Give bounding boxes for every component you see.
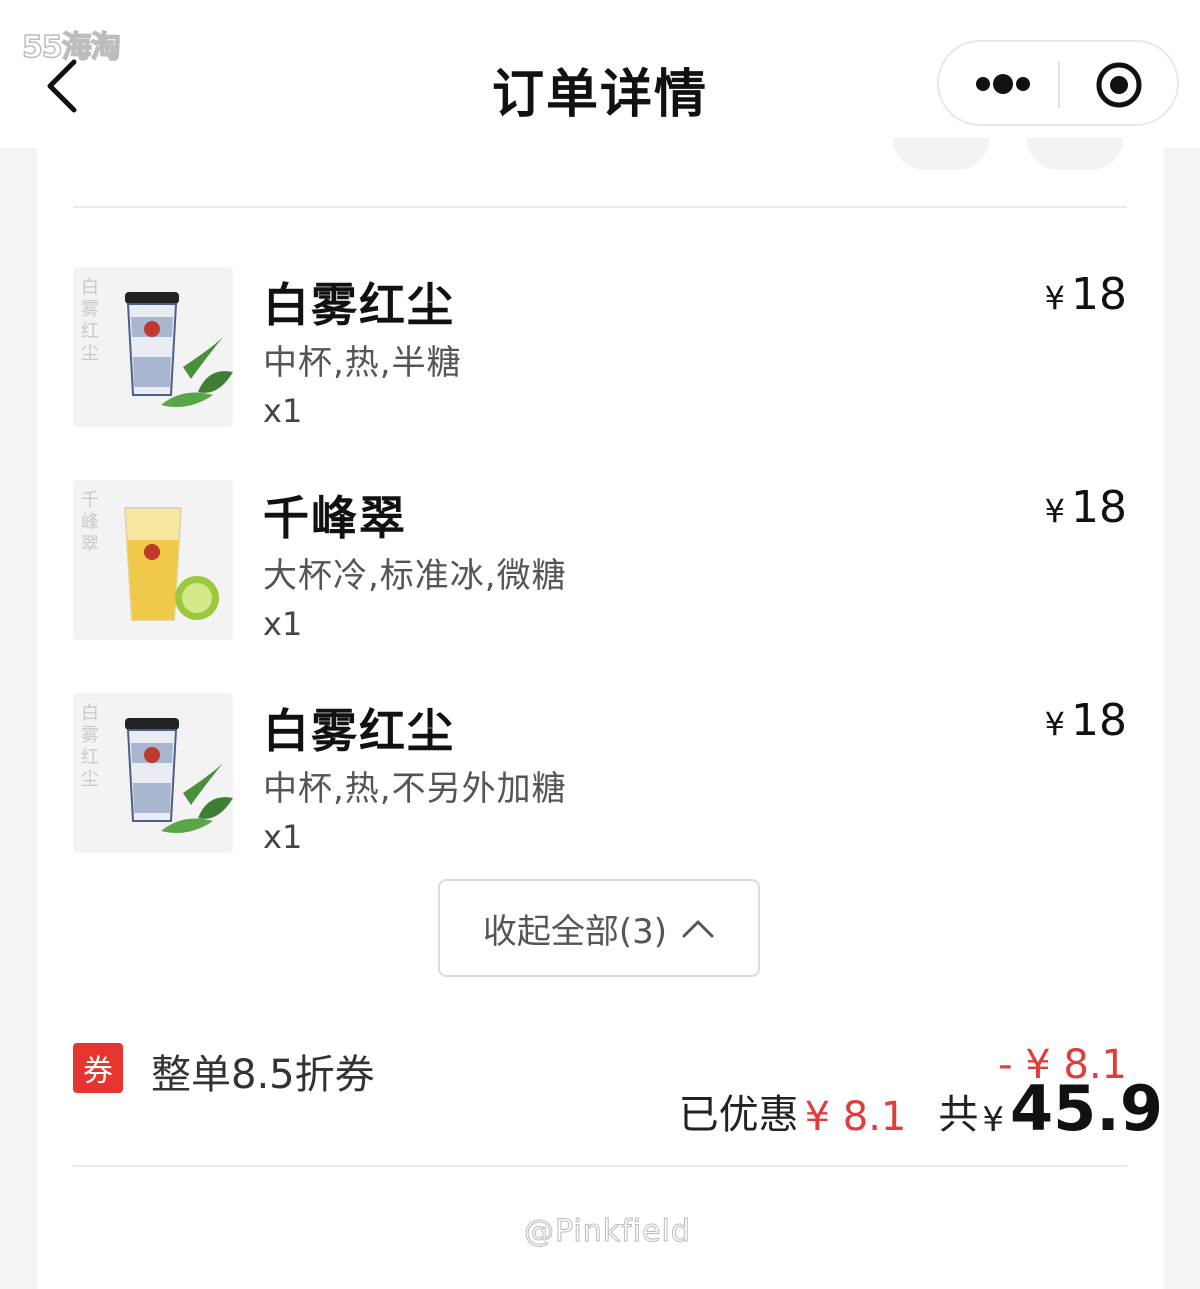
svg-text:尘: 尘 [81,769,99,790]
order-total: 45.9 [1010,1072,1163,1145]
product-image: 白 雾 红 尘 [73,267,233,427]
discount-amount: ¥ 8.1 [804,1094,907,1140]
svg-text:雾: 雾 [81,725,99,746]
svg-text:翠: 翠 [81,534,99,555]
currency-symbol: ¥ [1044,279,1065,317]
svg-text:白: 白 [81,277,99,298]
currency-symbol: ¥ [1044,492,1065,530]
svg-text:雾: 雾 [81,299,99,320]
coupon-badge: 券 [73,1043,123,1093]
item-spec: 大杯冷,标准冰,微糖 [263,556,567,596]
more-dots-icon[interactable] [969,64,1049,104]
item-price: ¥18 [1045,695,1127,746]
item-price: ¥18 [1045,482,1127,533]
discount-label: 已优惠 [678,1092,799,1138]
price-value: 18 [1071,695,1127,746]
capsule-divider [1058,62,1060,108]
svg-text:白: 白 [81,703,99,724]
price-value: 18 [1071,482,1127,533]
divider [73,1165,1127,1167]
item-quantity: x1 [263,605,303,643]
total-label: 共 [938,1092,979,1138]
collapse-all-button[interactable]: 收起全部(3) [438,879,760,977]
item-spec: 中杯,热,不另外加糖 [263,769,567,809]
order-item: 白 雾 红 尘 白雾红尘 中杯,热,不另外加糖 x1 ¥18 [73,693,1127,858]
total-currency: ¥ [982,1100,1005,1140]
item-spec: 中杯,热,半糖 [263,343,462,383]
decor-circle [1027,138,1123,170]
nav-bar: 55海淘 订单详情 [0,0,1200,148]
item-name: 千峰翠 [263,491,407,545]
collapse-all-label: 收起全部(3) [482,911,668,952]
item-name: 白雾红尘 [263,278,455,332]
svg-text:尘: 尘 [81,343,99,364]
order-item: 千 峰 翠 千峰翠 大杯冷,标准冰,微糖 x1 ¥18 [73,480,1127,645]
order-summary: 已优惠 ¥ 8.1 共 ¥ 45.9 [678,1070,1163,1145]
svg-text:红: 红 [81,747,99,768]
divider [73,206,1127,208]
item-quantity: x1 [263,392,303,430]
item-price: ¥18 [1045,269,1127,320]
decor-circle [893,138,989,170]
product-image: 白 雾 红 尘 [73,693,233,853]
svg-text:千: 千 [81,490,99,511]
currency-symbol: ¥ [1044,705,1065,743]
close-miniprogram-icon[interactable] [1094,60,1144,110]
mini-program-capsule [937,40,1179,126]
item-quantity: x1 [263,818,303,856]
svg-text:峰: 峰 [81,512,99,533]
item-name: 白雾红尘 [263,704,455,758]
coupon-label: 整单8.5折券 [151,1052,375,1098]
product-image: 千 峰 翠 [73,480,233,640]
order-item: 白 雾 红 尘 白雾红尘 中杯,热,半糖 x1 ¥18 [73,267,1127,432]
chevron-up-icon [682,920,714,938]
price-value: 18 [1071,269,1127,320]
watermark-text: @Pinkfield [524,1214,691,1250]
svg-text:红: 红 [81,321,99,342]
